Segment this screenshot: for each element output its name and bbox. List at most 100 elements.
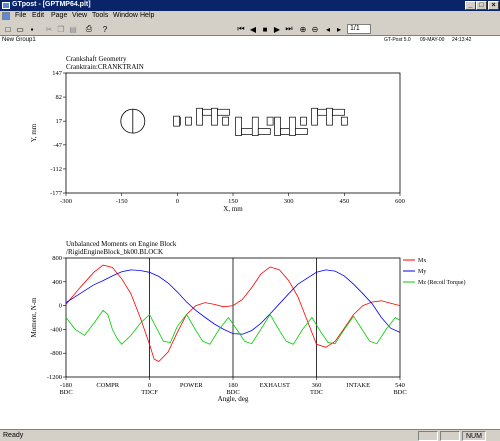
menu-tools[interactable]: Tools	[92, 12, 108, 19]
print-icon[interactable]: ⎙	[84, 24, 94, 34]
app-icon	[2, 2, 10, 9]
menu-bar: File Edit Page View Tools Window Help	[0, 11, 500, 22]
next-page-icon[interactable]: ▶	[272, 24, 282, 34]
chart2-ytick-label: 400	[52, 279, 62, 286]
chart2-xtick-label: 180	[228, 382, 238, 389]
menu-file[interactable]: File	[15, 12, 26, 19]
legend-label-2: My	[418, 269, 426, 275]
chart1-title: Crankshaft Geometry	[66, 55, 127, 63]
status-ready: Ready	[3, 432, 24, 439]
chart2-xtick-label: 360	[312, 382, 322, 389]
doc-icon[interactable]	[2, 12, 10, 20]
chart1-subtitle: Cranktrain:CRANKTRAIN	[66, 63, 144, 71]
maximize-button[interactable]: □	[476, 1, 487, 10]
chart1-xtick-label: 600	[395, 198, 405, 205]
legend-label-1: Mx	[418, 258, 426, 264]
chart1-xtick-label: 300	[284, 198, 294, 205]
crank-web	[274, 116, 281, 136]
chart1-ytick-label: -112	[50, 166, 62, 173]
menu-help[interactable]: Help	[140, 12, 154, 19]
legend-label-3: Mz (Recoil Torque)	[418, 279, 465, 286]
stroke-label: COMPR	[96, 382, 119, 389]
chart2-xtick-sublabel: TDCF	[141, 389, 158, 396]
stop-icon[interactable]: ■	[260, 24, 270, 34]
chart2-xtick-label: -180	[60, 382, 72, 389]
menu-view[interactable]: View	[72, 12, 87, 19]
crank-web	[251, 116, 259, 136]
open-folder-icon[interactable]: ▭	[15, 24, 25, 34]
crank-web	[326, 107, 333, 126]
status-num-panel: NUM	[462, 431, 486, 441]
chart1-ytick-label: 82	[56, 94, 63, 101]
chart2-ytick-label: 0	[59, 303, 62, 310]
page-number-field[interactable]: 1/1	[347, 24, 371, 34]
title-bar: GTpost - [GPTMP64.plt] _ □ ×	[0, 0, 500, 11]
chart1-xtick-label: 0	[176, 198, 179, 205]
crank-pin	[257, 128, 271, 135]
main-journal	[222, 116, 229, 126]
zoom-out-icon[interactable]: ⊖	[310, 24, 320, 34]
help-icon[interactable]: ?	[100, 24, 110, 34]
chart2-subtitle: /RigidEngineBlock_bk00.BLOCK	[66, 248, 163, 256]
crank-web	[211, 107, 218, 126]
chart2-xtick-sublabel: BDC	[393, 389, 406, 396]
chart2-xtick-label: 540	[395, 382, 405, 389]
new-icon[interactable]: □	[3, 24, 13, 34]
cut-icon[interactable]: ✂	[44, 24, 54, 34]
chart1-xtick-label: 150	[228, 198, 238, 205]
chart2-ytick-label: 800	[52, 255, 62, 262]
chart1-xlabel: X, mm	[223, 205, 243, 213]
crank-web	[311, 107, 318, 126]
chart1-xtick-label: 450	[339, 198, 349, 205]
menu-edit[interactable]: Edit	[32, 12, 44, 19]
chart1-xtick-label: -300	[60, 198, 72, 205]
chart1-ytick-label: 147	[52, 70, 63, 77]
status-panel-1	[418, 431, 438, 441]
crank-web	[235, 116, 242, 136]
first-page-icon[interactable]: ⏮	[236, 24, 246, 34]
copy-icon[interactable]: ❐	[56, 24, 66, 34]
prev-page-icon[interactable]: ◀	[248, 24, 258, 34]
crank-pin	[241, 128, 254, 135]
paste-icon[interactable]: ▤	[68, 24, 78, 34]
zoom-in-icon[interactable]: ⊕	[298, 24, 308, 34]
chart2-ytick-label: -400	[50, 326, 62, 333]
chart2-title: Unbalanced Moments on Engine Block	[66, 240, 177, 248]
crank-web	[196, 107, 203, 126]
crank-pin	[332, 108, 345, 116]
main-journal	[185, 116, 192, 126]
chart2-ytick-label: -800	[50, 350, 62, 357]
charts-canvas: Crankshaft GeometryCranktrain:CRANKTRAIN…	[30, 55, 465, 403]
minimize-button[interactable]: _	[465, 1, 476, 10]
menu-window[interactable]: Window	[113, 12, 138, 19]
chart1-xtick-label: -150	[116, 198, 128, 205]
toolbar: □ ▭ ▪ ✂ ❐ ▤ ⎙ ? ⏮ ◀ ■ ▶ ⏭ ⊕ ⊖ ◂ ▸ 1/1	[0, 22, 500, 36]
save-icon[interactable]: ▪	[27, 24, 37, 34]
crank-web	[289, 116, 296, 136]
page-forward-icon[interactable]: ▸	[334, 24, 344, 34]
page-back-icon[interactable]: ◂	[323, 24, 333, 34]
chart2-ytick-label: -1200	[47, 374, 62, 381]
menu-page[interactable]: Page	[51, 12, 67, 19]
last-page-icon[interactable]: ⏭	[284, 24, 294, 34]
chart2-ylabel: Moment, N-m	[30, 297, 38, 338]
crank-pin	[217, 108, 230, 116]
chart2-xlabel: Angle, deg	[218, 395, 249, 403]
plot-document: New Group1 GT-Post 5.0 09-MAY-00 24:13:4…	[0, 36, 500, 429]
chart1-ylabel: Y, mm	[30, 123, 38, 142]
status-num: NUM	[466, 433, 482, 440]
status-bar: Ready NUM	[0, 429, 500, 441]
stroke-label: EXHAUST	[260, 382, 290, 389]
chart1-ytick-label: -177	[50, 190, 63, 197]
close-button[interactable]: ×	[488, 1, 499, 10]
crank-pin	[295, 128, 308, 135]
status-panel-2	[440, 431, 460, 441]
chart1-ytick-label: 17	[56, 118, 63, 125]
chart1-ytick-label: -47	[53, 142, 62, 149]
chart2-xtick-sublabel: TDC	[310, 389, 323, 396]
main-journal	[266, 116, 274, 126]
chart2-xtick-sublabel: BDC	[59, 389, 72, 396]
main-journal	[340, 116, 348, 126]
window-title: GTpost - [GPTMP64.plt]	[12, 1, 91, 8]
stroke-label: POWER	[180, 382, 203, 389]
